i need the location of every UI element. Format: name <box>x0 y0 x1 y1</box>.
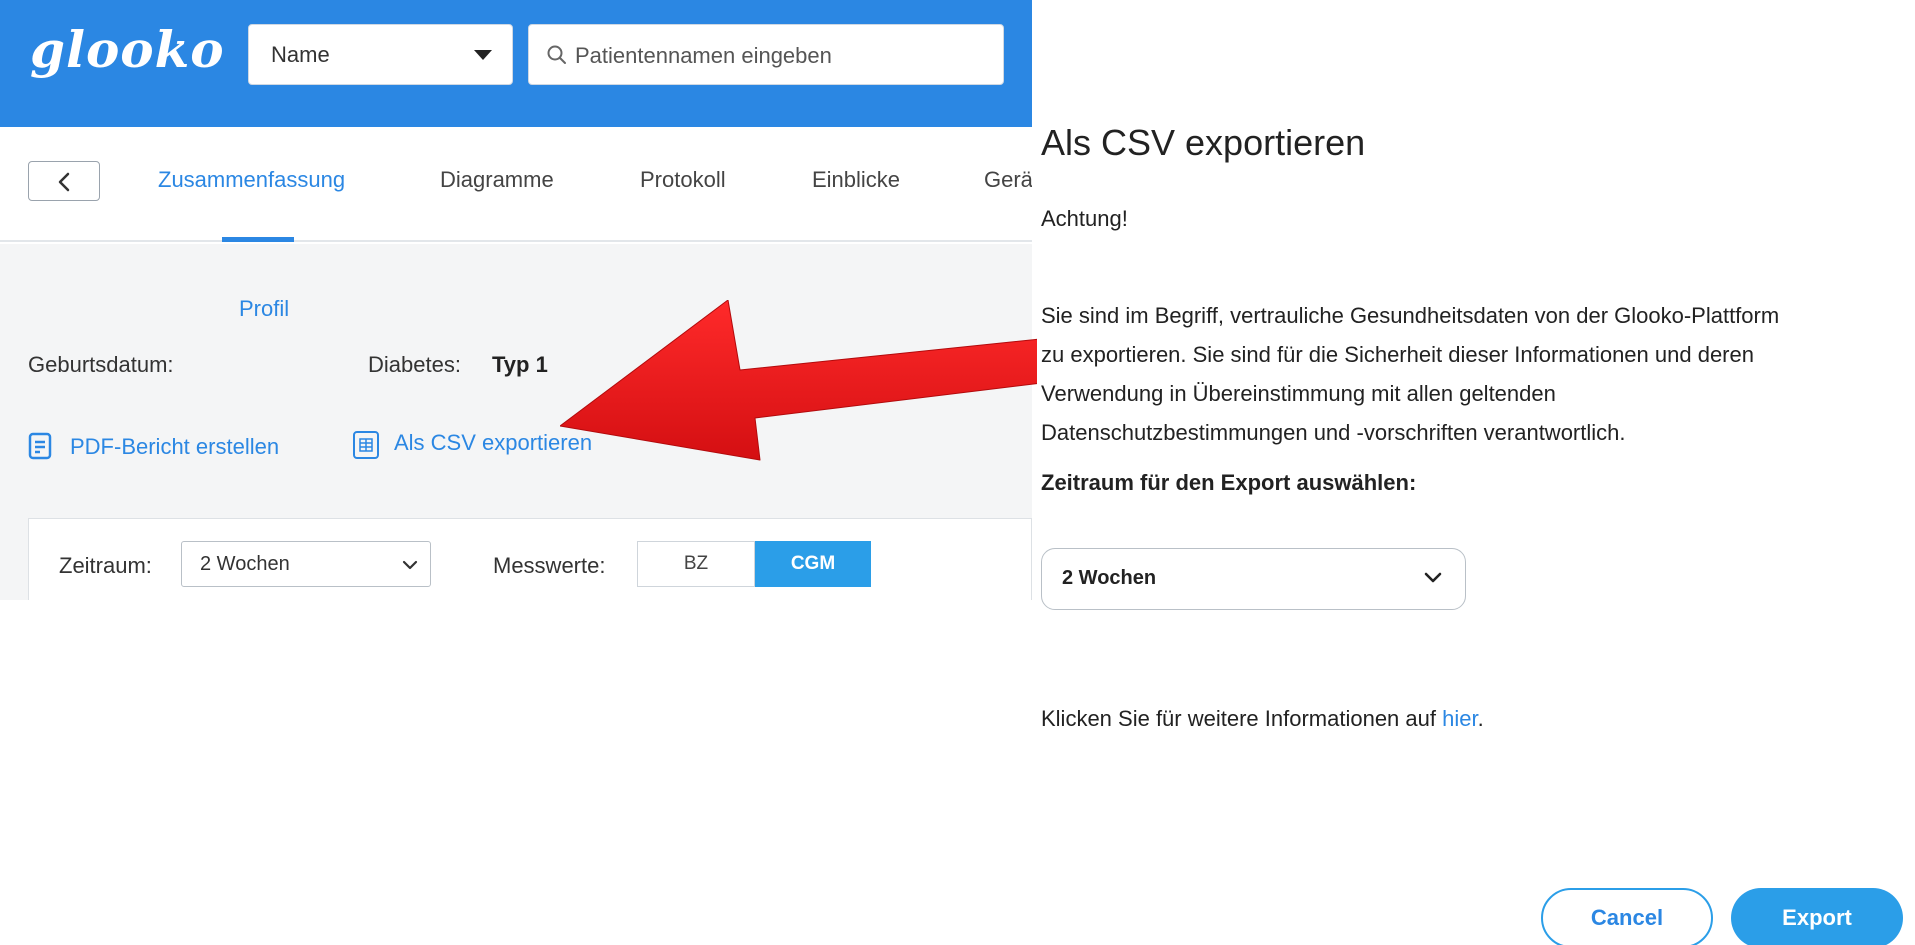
pdf-report-link[interactable]: PDF-Bericht erstellen <box>70 434 279 460</box>
active-tab-indicator <box>222 237 294 242</box>
zeitraum-select[interactable]: 2 Wochen <box>181 541 431 587</box>
search-icon <box>547 45 566 64</box>
export-range-label: Zeitraum für den Export auswählen: <box>1041 470 1417 495</box>
messwerte-label: Messwerte: <box>493 553 606 578</box>
back-button[interactable] <box>28 161 100 201</box>
bz-toggle[interactable]: BZ <box>637 541 755 587</box>
info-link[interactable]: hier <box>1442 706 1477 731</box>
document-icon <box>28 432 52 460</box>
patient-nav: Zusammenfassung Diagramme Protokoll Einb… <box>0 127 1032 242</box>
glooko-logo: glooko <box>30 20 225 79</box>
diabetes-value: Typ 1 <box>492 352 548 377</box>
table-icon <box>353 431 379 459</box>
info-suffix: . <box>1477 706 1484 731</box>
patient-search-input[interactable]: Patientennamen eingeben <box>528 24 1004 85</box>
dialog-body: Sie sind im Begriff, vertrauliche Gesund… <box>1041 296 1911 452</box>
csv-export-dialog: Als CSV exportieren Achtung! Sie sind im… <box>1037 0 1915 945</box>
profil-link[interactable]: Profil <box>239 296 289 322</box>
tab-zusammenfassung[interactable]: Zusammenfassung <box>158 167 345 193</box>
export-button[interactable]: Export <box>1731 888 1903 945</box>
tab-protokoll[interactable]: Protokoll <box>640 167 726 193</box>
chevron-left-icon <box>58 172 70 192</box>
chevron-down-icon <box>402 560 418 570</box>
dialog-body-line: Datenschutzbestimmungen und -vorschrifte… <box>1041 420 1626 445</box>
top-bar: glooko Name Patientennamen eingeben <box>0 0 1032 127</box>
search-placeholder: Patientennamen eingeben <box>575 43 832 68</box>
dialog-title: Als CSV exportieren <box>1041 122 1366 163</box>
export-range-value: 2 Wochen <box>1062 567 1157 589</box>
tab-geraete[interactable]: Geräte <box>984 167 1032 193</box>
caret-down-icon <box>474 50 492 60</box>
export-range-select[interactable]: 2 Wochen <box>1041 548 1466 610</box>
cgm-toggle[interactable]: CGM <box>755 541 871 587</box>
tab-einblicke[interactable]: Einblicke <box>812 167 900 193</box>
dialog-body-line: Verwendung in Übereinstimmung mit allen … <box>1041 381 1556 406</box>
geburtsdatum-label: Geburtsdatum: <box>28 352 174 377</box>
dialog-body-line: Sie sind im Begriff, vertrauliche Gesund… <box>1041 303 1780 328</box>
tab-diagramme[interactable]: Diagramme <box>440 167 554 193</box>
search-type-value: Name <box>271 42 330 67</box>
chevron-down-icon <box>1424 572 1442 583</box>
filter-panel: Zeitraum: 2 Wochen Messwerte: BZ CGM <box>28 518 1032 600</box>
dialog-warning: Achtung! <box>1041 206 1128 231</box>
zeitraum-label: Zeitraum: <box>59 553 152 578</box>
zeitraum-value: 2 Wochen <box>200 553 290 575</box>
red-arrow-annotation <box>560 300 1050 461</box>
diabetes-label: Diabetes: <box>368 352 461 377</box>
dialog-info-text: Klicken Sie für weitere Informationen au… <box>1041 706 1484 732</box>
info-text: Klicken Sie für weitere Informationen au… <box>1041 706 1443 731</box>
search-type-select[interactable]: Name <box>248 24 513 85</box>
dialog-body-line: zu exportieren. Sie sind für die Sicherh… <box>1041 342 1754 367</box>
cancel-button[interactable]: Cancel <box>1541 888 1713 945</box>
